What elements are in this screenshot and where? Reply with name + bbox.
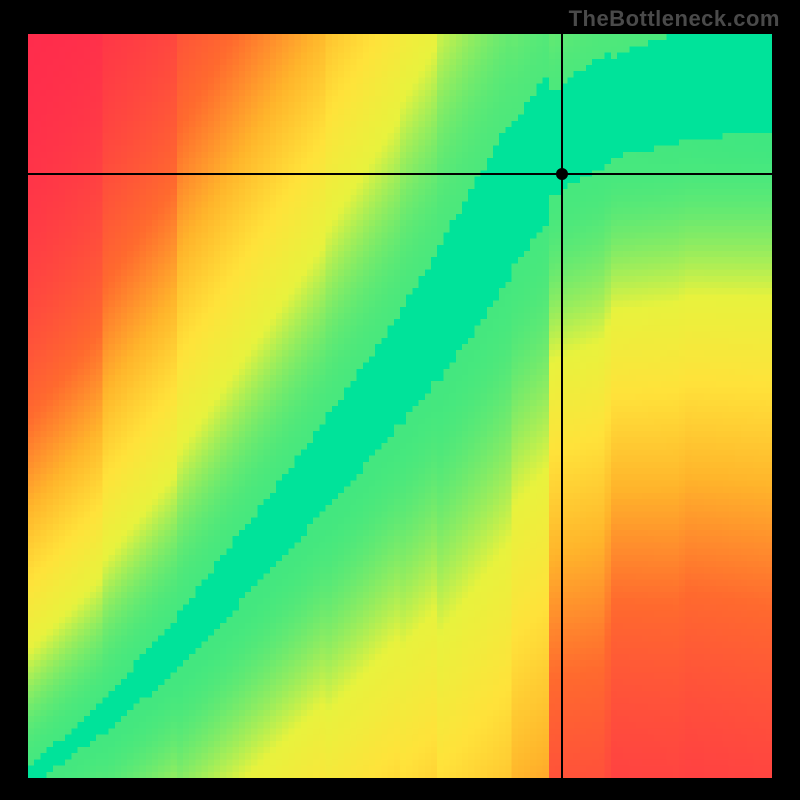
crosshair-horizontal — [28, 173, 772, 175]
heatmap-canvas — [28, 34, 772, 778]
marker-dot — [556, 168, 568, 180]
chart-frame: TheBottleneck.com — [0, 0, 800, 800]
crosshair-vertical — [561, 34, 563, 778]
watermark-text: TheBottleneck.com — [569, 6, 780, 32]
heatmap-plot — [28, 34, 772, 778]
